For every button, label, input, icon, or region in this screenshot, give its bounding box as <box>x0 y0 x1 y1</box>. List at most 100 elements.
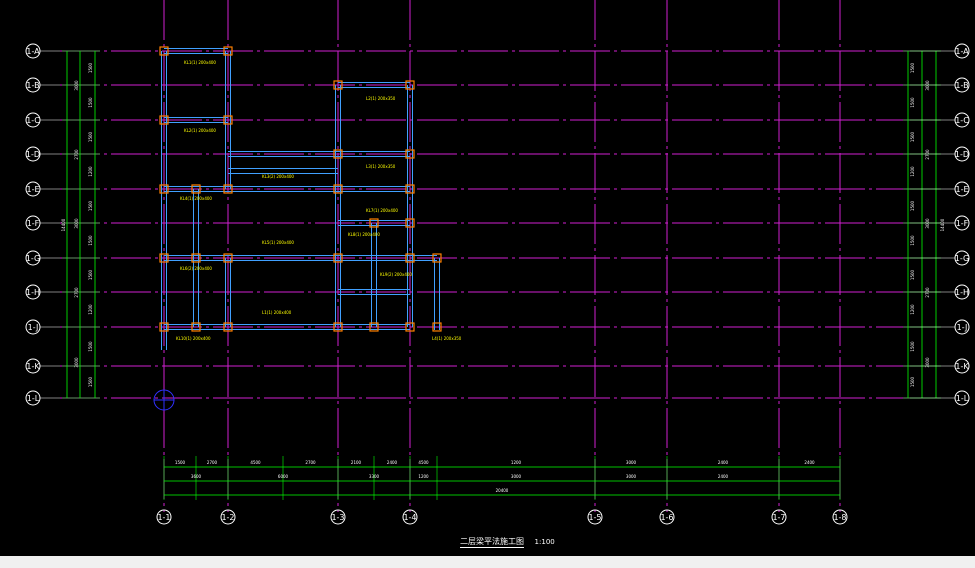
dimension-text: 1500 <box>175 460 186 465</box>
left-axis-bubbles: 1-A 1-B 1-C 1-D 1-E 1-F 1-G 1-H 1-J 1-K 1-L <box>25 43 60 406</box>
beam-tag: KL6(2) 200x400 <box>180 266 212 271</box>
dimension-text: 1200 <box>910 166 915 177</box>
axis-bubble-label: 1-J <box>28 323 39 332</box>
axis-bubble-label: 1-6 <box>660 513 673 522</box>
dimension-text: 3000 <box>74 218 79 229</box>
axis-bubble-label: 1-D <box>955 150 969 159</box>
axis-bubble-label: 1-J <box>957 323 968 332</box>
dimension-text: 3000 <box>74 80 79 91</box>
dimension-text: 2400 <box>387 460 398 465</box>
beam-tag: KL5(1) 200x400 <box>262 240 294 245</box>
dimension-text: 1500 <box>910 235 915 246</box>
dimension-text: 2100 <box>351 460 362 465</box>
dimension-text: 1500 <box>910 131 915 142</box>
drawing-title: 二层梁平法施工图 <box>460 537 524 548</box>
dimension-text: 1200 <box>88 304 93 315</box>
axis-bubble-label: 1-5 <box>588 513 601 522</box>
ucs-icon <box>153 389 175 411</box>
axis-bubble-label: 1-4 <box>403 513 416 522</box>
beam-tag: L2(1) 200x350 <box>366 96 396 101</box>
axis-bubble-label: 1-B <box>955 81 968 90</box>
dimension-text: 1500 <box>88 269 93 280</box>
dimension-text: 1200 <box>88 166 93 177</box>
dimension-total-text: 14400 <box>61 218 66 231</box>
axis-bubble-label: 1-H <box>26 288 40 297</box>
dimension-text: 1500 <box>88 200 93 211</box>
beam-tag: L1(1) 200x400 <box>262 310 292 315</box>
beam-tag: KL8(1) 200x400 <box>348 232 380 237</box>
status-strip <box>0 556 975 568</box>
axis-bubble-label: 1-G <box>26 254 40 263</box>
dimension-text: 1500 <box>910 62 915 73</box>
axis-bubble-label: 1-E <box>955 185 968 194</box>
horizontal-axis-lines <box>60 50 910 399</box>
drawing-scale: 1:100 <box>534 538 555 546</box>
dimension-text: 1200 <box>910 304 915 315</box>
dimension-text: 2700 <box>207 460 218 465</box>
beam-tag: KL10(1) 200x400 <box>176 336 211 341</box>
dimension-text: 1500 <box>910 376 915 387</box>
dimension-text: 3600 <box>191 474 202 479</box>
bottom-axis-bubbles: 1-1 1-2 1-3 1-4 1-5 1-6 1-7 1-8 <box>156 509 848 525</box>
axis-bubble-label: 1-H <box>955 288 969 297</box>
floor-plan-drawing[interactable]: 1500 1500 1500 1200 1500 1500 1500 1200 1500 1500… <box>0 0 975 556</box>
axis-bubble-label: 1-3 <box>331 513 344 522</box>
beam-tag: KL3(2) 200x400 <box>262 174 294 179</box>
dimension-text: 3300 <box>369 474 380 479</box>
axis-bubble-label: 1-K <box>26 362 40 371</box>
dimension-text: 2700 <box>74 287 79 298</box>
axis-bubble-label: 1-G <box>955 254 969 263</box>
axis-bubble-label: 1-A <box>26 47 40 56</box>
dimension-text: 4500 <box>418 460 429 465</box>
beam-tag: KL9(2) 200x400 <box>380 272 412 277</box>
dimension-text: 1500 <box>88 376 93 387</box>
dimension-text: 3000 <box>626 474 637 479</box>
axis-bubble-label: 1-7 <box>772 513 785 522</box>
dimension-text: 6000 <box>278 474 289 479</box>
axis-bubble-label: 1-1 <box>157 513 170 522</box>
axis-bubble-label: 1-2 <box>221 513 234 522</box>
dimension-text: 2700 <box>74 149 79 160</box>
dimension-text: 1200 <box>418 474 429 479</box>
axis-bubble-label: 1-C <box>955 116 969 125</box>
dimension-total-text: 14400 <box>940 218 945 231</box>
beam-tag: L3(1) 200x350 <box>366 164 396 169</box>
dimension-text: 4500 <box>250 460 261 465</box>
axis-bubble-label: 1-A <box>955 47 969 56</box>
dimension-text: 2400 <box>718 460 729 465</box>
axis-bubble-label: 1-B <box>26 81 39 90</box>
axis-bubble-label: 1-8 <box>833 513 846 522</box>
dimension-text: 1500 <box>88 97 93 108</box>
dimension-text: 3000 <box>74 357 79 368</box>
axis-bubble-label: 1-L <box>27 394 40 403</box>
dimension-total-text: 20400 <box>496 488 509 493</box>
right-dimension-chain: 1500 1500 1500 1200 1500 1500 1500 1200 1500 1500… <box>903 50 945 399</box>
beam-tag: L4(1) 200x350 <box>432 336 462 341</box>
beam-tag: KL2(1) 200x400 <box>184 128 216 133</box>
dimension-text: 1500 <box>910 269 915 280</box>
beam-tag: KL1(1) 200x400 <box>184 60 216 65</box>
cad-drawing-canvas[interactable]: 1500 1500 1500 1200 1500 1500 1500 1200 1500 1500… <box>0 0 975 556</box>
beam-tag: KL4(1) 200x400 <box>180 196 212 201</box>
beam-tag: KL7(1) 200x400 <box>366 208 398 213</box>
axis-bubble-label: 1-L <box>956 394 969 403</box>
dimension-text: 3000 <box>511 474 522 479</box>
axis-bubble-label: 1-E <box>26 185 39 194</box>
dimension-text: 1500 <box>88 341 93 352</box>
bottom-dimension-chain: 1500 2700 4500 2700 2100 2400 4500 1200 3000 2400… <box>163 456 841 500</box>
axis-bubble-label: 1-C <box>26 116 40 125</box>
dimension-text: 1500 <box>88 131 93 142</box>
axis-bubble-label: 1-F <box>956 219 969 228</box>
dimension-text: 1500 <box>910 97 915 108</box>
drawing-title-block: 二层梁平法施工图 1:100 <box>460 536 555 548</box>
axis-bubble-label: 1-D <box>26 150 40 159</box>
dimension-text: 1500 <box>88 235 93 246</box>
axis-bubble-label: 1-F <box>27 219 40 228</box>
axis-bubble-label: 1-K <box>955 362 969 371</box>
dimension-text: 1500 <box>910 200 915 211</box>
dimension-text: 2400 <box>804 460 815 465</box>
dimension-text: 3000 <box>626 460 637 465</box>
dimension-text: 1200 <box>511 460 522 465</box>
left-dimension-chain: 1500 1500 1500 1200 1500 1500 1500 1200 1500 1500… <box>61 50 100 399</box>
beam-annotations: KL1(1) 200x400 KL2(1) 200x400 KL3(2) 200x4… <box>176 60 462 341</box>
